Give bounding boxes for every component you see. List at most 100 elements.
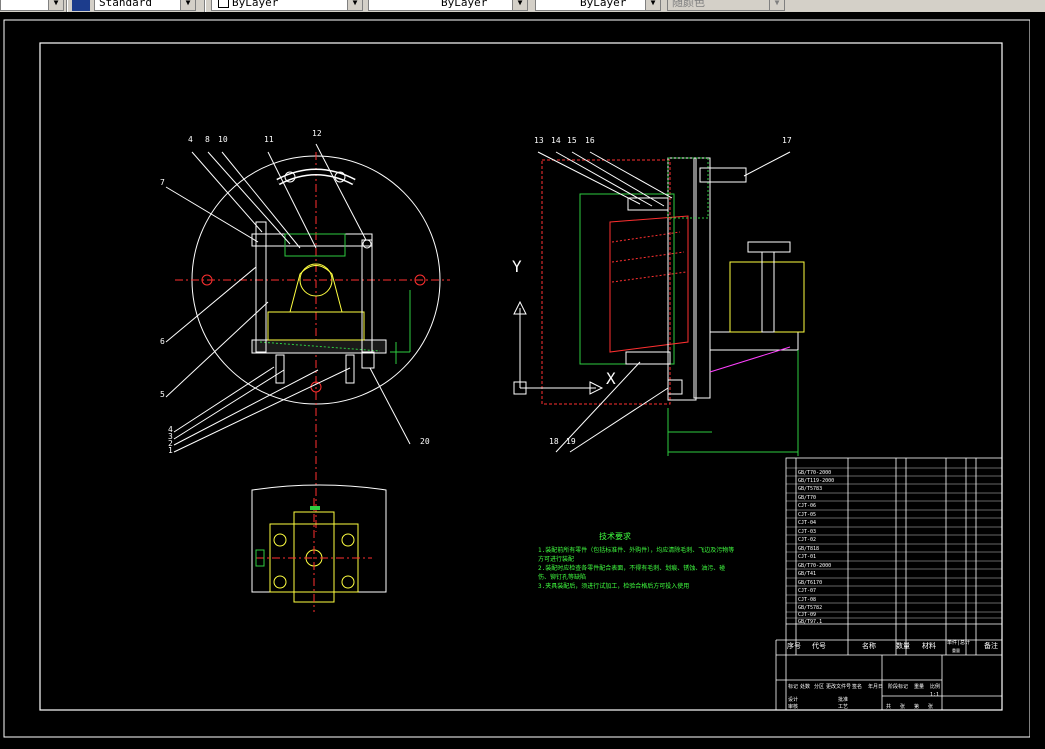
row-code: GB/T97.1 xyxy=(798,619,822,625)
bottom-view xyxy=(251,484,387,612)
header-weight-label: 重量 xyxy=(952,647,960,653)
label-7: 7 xyxy=(160,178,165,187)
header-code: 代号 xyxy=(812,641,826,650)
label-sheet: 张 xyxy=(900,703,905,710)
label-20: 20 xyxy=(420,437,430,446)
layer-dropdown[interactable]: ByLayer ▼ xyxy=(211,0,363,11)
workpiece-body xyxy=(289,265,343,313)
side-view xyxy=(513,151,805,456)
tech-title: 技术要求 xyxy=(599,531,631,541)
row-code: GB/T818 xyxy=(798,546,819,552)
bottom-hole xyxy=(341,575,355,589)
label-1: 1 xyxy=(168,446,173,455)
plot-style-value: 随颜色 xyxy=(672,0,705,9)
label-sheet: 第 xyxy=(914,703,919,710)
label-stage: 阶段标记 xyxy=(888,683,908,690)
row-code: CJT-08 xyxy=(798,597,816,603)
bottom-outline xyxy=(251,484,387,593)
header-remark: 备注 xyxy=(984,641,998,650)
title-block-bottom: 标记 处数 分区 更改文件号 签名 年月日 设计 审核 工艺 批准 阶段标记 重… xyxy=(788,683,940,710)
label-8: 8 xyxy=(205,135,210,144)
drawing-frame xyxy=(39,42,1003,711)
label-change: 更改文件号 xyxy=(826,683,851,690)
bottom-hole xyxy=(273,533,287,547)
tech-line: 伤、铆钉孔等缺陷 xyxy=(538,573,586,581)
clamp-body xyxy=(729,261,805,333)
leader-line xyxy=(165,266,257,343)
header-weight: 单件|总计 xyxy=(947,639,970,646)
row-code: GB/T119-2000 xyxy=(798,478,834,484)
header-material: 材料 xyxy=(922,641,936,650)
label-17: 17 xyxy=(782,136,792,145)
chevron-down-icon: ▼ xyxy=(180,0,195,10)
label-6: 6 xyxy=(160,337,165,346)
leader-line xyxy=(191,151,263,233)
leader-line xyxy=(207,151,291,245)
lineweight-dropdown[interactable]: ByLayer ▼ xyxy=(535,0,661,11)
row-code: CJT-07 xyxy=(798,588,816,594)
tech-requirements: 技术要求 1.装配前所有零件（包括标准件、外购件），均应清除毛刺、飞边及污物等 … xyxy=(538,531,734,590)
lineweight-value: ByLayer xyxy=(580,0,627,9)
plot-style-dropdown[interactable]: 随颜色 ▼ xyxy=(667,0,785,11)
tech-line: 方可进行装配 xyxy=(538,555,574,563)
front-view xyxy=(165,143,450,532)
tech-line: 3.夹具装配后，须进行试加工，检验合格后方可投入使用 xyxy=(538,582,689,590)
row-code: CJT-01 xyxy=(798,554,816,560)
text-style-icon[interactable] xyxy=(72,0,90,11)
label-5: 5 xyxy=(160,390,165,399)
chevron-down-icon: ▼ xyxy=(347,0,362,10)
layer-value: ByLayer xyxy=(232,0,279,9)
row-code: CJT-09 xyxy=(798,612,816,618)
drawing-canvas[interactable]: 4 8 10 11 12 7 6 5 4 3 2 1 20 13 14 15 1… xyxy=(0,12,1045,745)
label-zone: 分区 xyxy=(814,683,824,690)
label-ratio-col: 比例 xyxy=(930,683,940,690)
section-hatch xyxy=(611,231,687,283)
linetype-dropdown[interactable]: ByLayer ▼ xyxy=(368,0,528,11)
row-code: GB/T70 xyxy=(798,495,816,501)
label-audit: 审核 xyxy=(788,703,798,710)
row-code: GB/T70-2000 xyxy=(798,470,831,476)
right-labels: 13 14 15 16 17 18 19 Y X xyxy=(512,136,792,446)
chevron-down-icon: ▼ xyxy=(48,0,63,10)
reference-box xyxy=(541,159,671,405)
label-sign: 签名 xyxy=(852,683,862,690)
text-style-dropdown[interactable]: Standard ▼ xyxy=(94,0,196,11)
clamp-screw xyxy=(761,251,775,333)
leader-line xyxy=(589,151,673,199)
bolt-18 xyxy=(625,351,671,365)
label-design: 设计 xyxy=(788,696,798,703)
chevron-down-icon: ▼ xyxy=(769,0,784,10)
leader-line xyxy=(173,366,275,433)
label-mark: 标记 xyxy=(788,683,798,690)
label-15: 15 xyxy=(567,136,577,145)
row-code: CJT-04 xyxy=(798,520,816,526)
clamp-arm xyxy=(709,331,799,351)
linetype-value: ByLayer xyxy=(441,0,488,9)
row-code: GB/T41 xyxy=(798,571,816,577)
label-10: 10 xyxy=(218,135,228,144)
header-name: 名称 xyxy=(862,641,876,650)
color-swatch-icon xyxy=(218,0,229,8)
toolbar-separator xyxy=(204,0,206,12)
leader-line xyxy=(173,369,319,446)
row-code: CJT-03 xyxy=(798,529,816,535)
chevron-down-icon: ▼ xyxy=(512,0,527,10)
label-4: 4 xyxy=(188,135,193,144)
toolbar-separator xyxy=(66,0,68,12)
dimension-box xyxy=(579,193,675,365)
label-14: 14 xyxy=(551,136,561,145)
label-sheet: 张 xyxy=(928,703,933,710)
label-approve: 批准 xyxy=(838,696,848,703)
row-code: GB/T5782 xyxy=(798,605,822,611)
ucs-y-label: Y xyxy=(512,257,522,276)
text-style-dropdown-partial[interactable]: ▼ xyxy=(0,0,64,11)
leader-line xyxy=(709,346,791,373)
label-date: 年月日 xyxy=(868,683,883,690)
dim-marker xyxy=(310,506,320,510)
header-qty: 数量 xyxy=(896,641,910,650)
ucs-x-label: X xyxy=(606,369,616,388)
label-16: 16 xyxy=(585,136,595,145)
tech-line: 1.装配前所有零件（包括标准件、外购件），均应清除毛刺、飞边及污物等 xyxy=(538,546,734,554)
leader-line xyxy=(173,367,351,453)
row-code: GB/T70-2000 xyxy=(798,563,831,569)
